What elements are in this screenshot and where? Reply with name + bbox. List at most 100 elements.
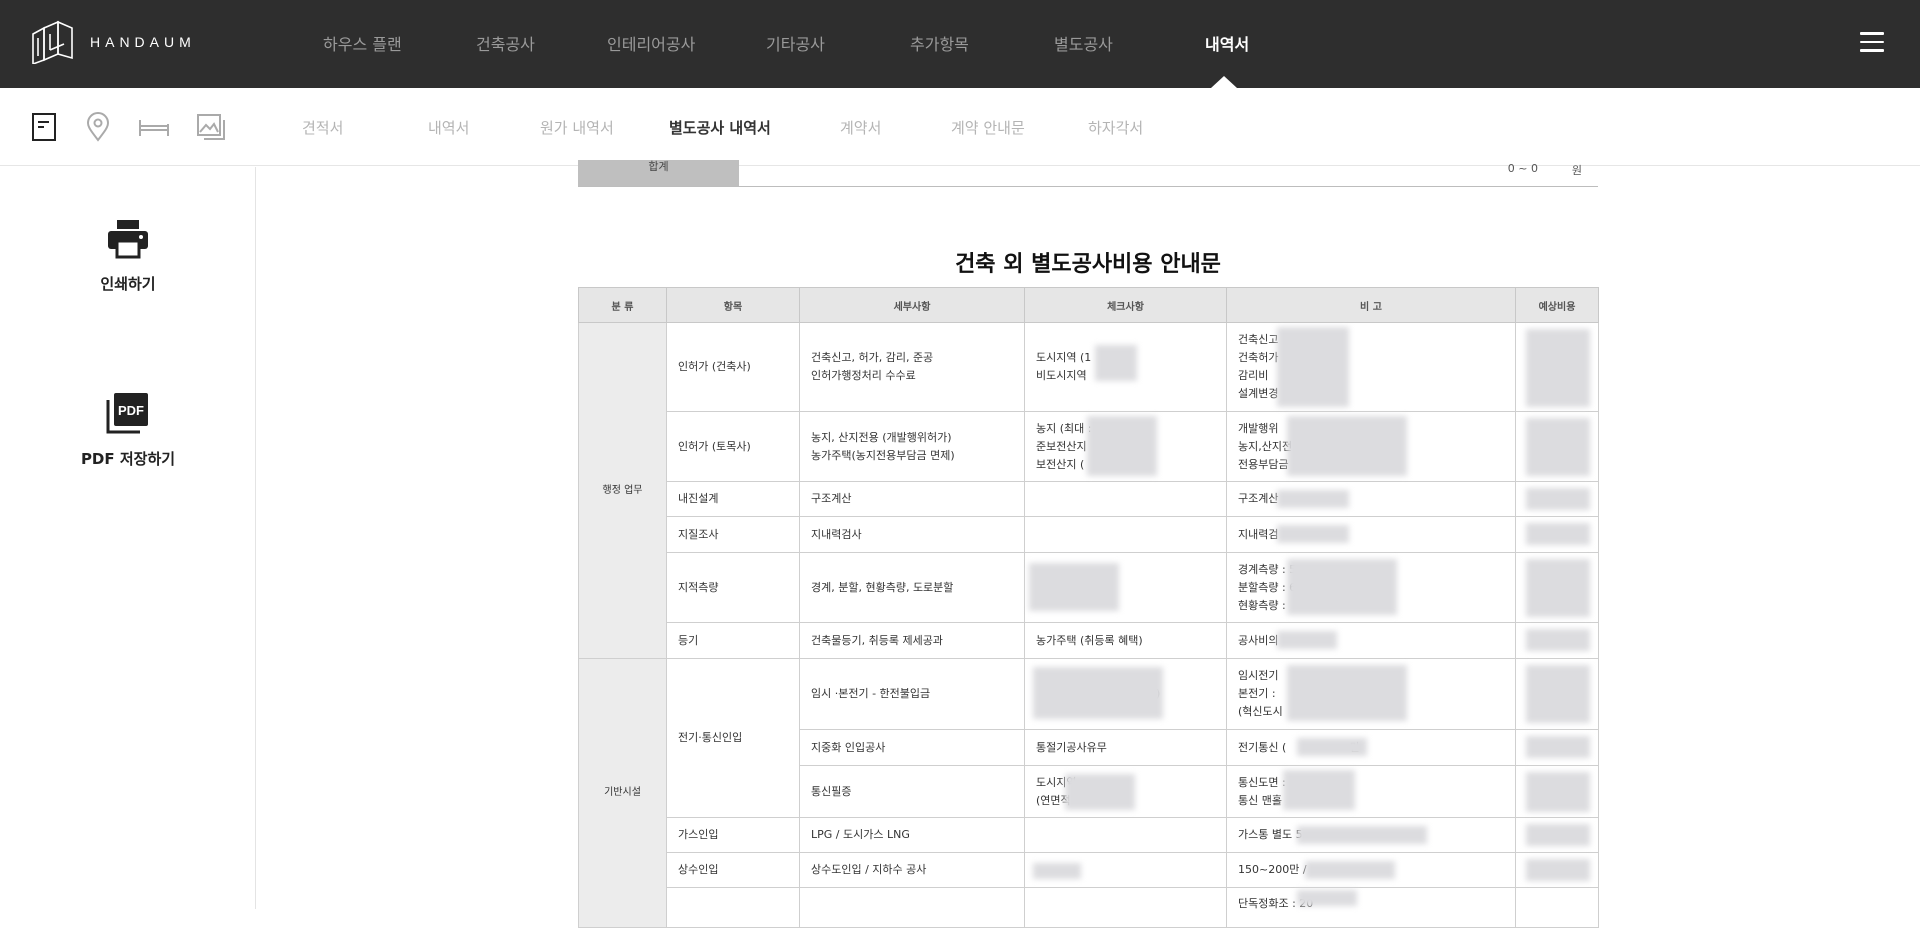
tab-estimate[interactable]: 견적서 bbox=[302, 117, 343, 138]
table-row: 내진설계 구조계산 구조계산 bbox=[579, 481, 1599, 517]
category-cell: 행정 업무 bbox=[578, 322, 667, 659]
estimated-cost-cell bbox=[1515, 411, 1599, 482]
note-cell: 가스통 별도 5 bbox=[1226, 817, 1516, 853]
active-nav-indicator bbox=[1211, 76, 1237, 88]
detail-cell: 경계, 분할, 현황측량, 도로분할 bbox=[799, 552, 1025, 623]
check-cell: 도시지역 (연면적 bbox=[1024, 765, 1227, 818]
header-category: 분 류 bbox=[578, 287, 667, 323]
estimated-cost-cell bbox=[1515, 765, 1599, 818]
item-cell bbox=[666, 887, 800, 928]
detail-cell: 임시 ·본전기 - 한전불입금 bbox=[799, 658, 1025, 730]
item-cell: 내진설계 bbox=[666, 481, 800, 517]
estimated-cost-cell bbox=[1515, 622, 1599, 659]
table-row: 등기 건축물등기, 취등록 제세공과 농가주택 (취등록 혜택) 공사비의 bbox=[579, 622, 1599, 659]
estimated-cost-cell bbox=[1515, 817, 1599, 853]
estimated-cost-cell bbox=[1515, 729, 1599, 766]
tab-separate-works-statement[interactable]: 별도공사 내역서 bbox=[669, 117, 771, 138]
item-cell: 지적측량 bbox=[666, 552, 800, 623]
header-item: 항목 bbox=[666, 287, 800, 323]
table-row: 지질조사 지내력검사 지내력검 bbox=[579, 516, 1599, 553]
table-row: 기반시설 전기·통신인입 임시 ·본전기 - 한전불입금 ) 임시전기본전기 :… bbox=[578, 658, 1599, 928]
top-navigation-bar: HANDAUM 하우스 플랜 건축공사 인테리어공사 기타공사 추가항목 별도공… bbox=[0, 0, 1920, 88]
nav-house-plan[interactable]: 하우스 플랜 bbox=[323, 31, 402, 55]
item-cell: 인허가 (토목사) bbox=[666, 411, 800, 482]
pdf-save-button[interactable]: PDF PDF 저장하기 bbox=[0, 392, 256, 469]
tab-statement[interactable]: 내역서 bbox=[428, 117, 469, 138]
print-label: 인쇄하기 bbox=[100, 275, 156, 293]
nav-statement[interactable]: 내역서 bbox=[1205, 31, 1249, 55]
note-cell: 경계측량 : 5 분할측량 : 6 현황측량 : bbox=[1226, 552, 1516, 623]
estimated-cost-cell bbox=[1515, 552, 1599, 623]
estimated-cost-cell bbox=[1515, 852, 1599, 888]
note-cell: 통신도면 : 통신 맨홀 bbox=[1226, 765, 1516, 818]
action-sidebar: 인쇄하기 PDF PDF 저장하기 bbox=[0, 167, 256, 909]
note-cell: 150~200만 / bbox=[1226, 852, 1516, 888]
detail-cell: 구조계산 bbox=[799, 481, 1025, 517]
brand-logo[interactable]: HANDAUM bbox=[30, 20, 196, 64]
detail-cell bbox=[799, 887, 1025, 928]
check-cell bbox=[1024, 887, 1227, 928]
item-cell: 가스인입 bbox=[666, 817, 800, 853]
item-cell: 지질조사 bbox=[666, 516, 800, 553]
tab-defect-pledge[interactable]: 하자각서 bbox=[1088, 117, 1143, 138]
note-cell: 전기통신 ( 만 bbox=[1226, 729, 1516, 766]
brand-name: HANDAUM bbox=[90, 34, 196, 50]
nav-additional-items[interactable]: 추가항목 bbox=[910, 31, 969, 55]
note-cell: 단독정화조 : 20 bbox=[1226, 887, 1516, 928]
detail-cell: 농지, 산지전용 (개발행위허가) 농가주택(농지전용부담금 면제) bbox=[799, 411, 1025, 482]
total-row: 합계 0 ~ 0 원 bbox=[578, 160, 1598, 187]
table-row: 가스인입 LPG / 도시가스 LNG 가스통 별도 5 bbox=[579, 817, 1599, 853]
table-row: 행정 업무 인허가 (건축사) 건축신고, 허가, 감리, 준공 인허가행정처리 … bbox=[578, 322, 1599, 659]
check-cell bbox=[1024, 852, 1227, 888]
document-icon[interactable] bbox=[27, 110, 61, 144]
sub-navigation-bar: 견적서 내역서 원가 내역서 별도공사 내역서 계약서 계약 안내문 하자각서 bbox=[0, 88, 1920, 166]
header-note: 비 고 bbox=[1226, 287, 1516, 323]
detail-cell: 지중화 인입공사 bbox=[799, 729, 1025, 766]
category-cell: 기반시설 bbox=[578, 658, 667, 928]
check-cell bbox=[1024, 552, 1227, 623]
tab-contract[interactable]: 계약서 bbox=[840, 117, 881, 138]
header-estimated-cost: 예상비용 bbox=[1515, 287, 1599, 323]
header-check: 체크사항 bbox=[1024, 287, 1227, 323]
detail-cell: 건축물등기, 취등록 제세공과 bbox=[799, 622, 1025, 659]
check-cell bbox=[1024, 516, 1227, 553]
table-header-row: 분 류 항목 세부사항 체크사항 비 고 예상비용 bbox=[578, 287, 1599, 323]
print-button[interactable]: 인쇄하기 bbox=[0, 219, 256, 294]
handaum-logo-icon bbox=[32, 20, 73, 64]
hamburger-menu-icon[interactable] bbox=[1860, 32, 1884, 52]
total-value: 0 ~ 0 bbox=[1507, 162, 1538, 175]
total-label: 합계 bbox=[578, 160, 739, 186]
item-cell: 등기 bbox=[666, 622, 800, 659]
estimated-cost-cell bbox=[1515, 481, 1599, 517]
detail-cell: 통신필증 bbox=[799, 765, 1025, 818]
check-cell: 농지 (최대 : 준보전산지 보전산지 ( bbox=[1024, 411, 1227, 482]
table-row: 지적측량 경계, 분할, 현황측량, 도로분할 경계측량 : 5 분할측량 : 6… bbox=[579, 552, 1599, 623]
bed-icon[interactable] bbox=[137, 110, 171, 144]
item-cell: 전기·통신인입 bbox=[666, 658, 800, 818]
table-row: 상수인입 상수도인입 / 지하수 공사 150~200만 / bbox=[579, 852, 1599, 888]
pdf-icon-text: PDF bbox=[118, 403, 144, 418]
estimated-cost-cell bbox=[1515, 887, 1599, 928]
pdf-icon: PDF bbox=[106, 393, 148, 434]
check-cell: 농가주택 (취등록 혜택) bbox=[1024, 622, 1227, 659]
check-cell bbox=[1024, 817, 1227, 853]
detail-cell: LPG / 도시가스 LNG bbox=[799, 817, 1025, 853]
image-icon[interactable] bbox=[194, 110, 228, 144]
estimated-cost-cell bbox=[1515, 322, 1599, 412]
table-row: 단독정화조 : 20 bbox=[579, 887, 1599, 928]
guide-title: 건축 외 별도공사비용 안내문 bbox=[955, 252, 1221, 277]
detail-cell: 지내력검사 bbox=[799, 516, 1025, 553]
note-cell: 건축신고 건축허가 감리비 설계변경 bbox=[1226, 322, 1516, 412]
tab-contract-guide[interactable]: 계약 안내문 bbox=[951, 117, 1025, 138]
table-row: 인허가 (토목사) 농지, 산지전용 (개발행위허가) 농가주택(농지전용부담금 … bbox=[579, 411, 1599, 482]
nav-interior[interactable]: 인테리어공사 bbox=[607, 31, 695, 55]
nav-separate-works[interactable]: 별도공사 bbox=[1054, 31, 1113, 55]
estimated-cost-cell bbox=[1515, 658, 1599, 730]
location-pin-icon[interactable] bbox=[81, 110, 115, 144]
item-cell: 인허가 (건축사) bbox=[666, 322, 800, 412]
note-cell: 구조계산 bbox=[1226, 481, 1516, 517]
tab-cost-statement[interactable]: 원가 내역서 bbox=[540, 117, 614, 138]
nav-other-works[interactable]: 기타공사 bbox=[766, 31, 825, 55]
nav-construction[interactable]: 건축공사 bbox=[476, 31, 535, 55]
check-cell: ) bbox=[1024, 658, 1227, 730]
